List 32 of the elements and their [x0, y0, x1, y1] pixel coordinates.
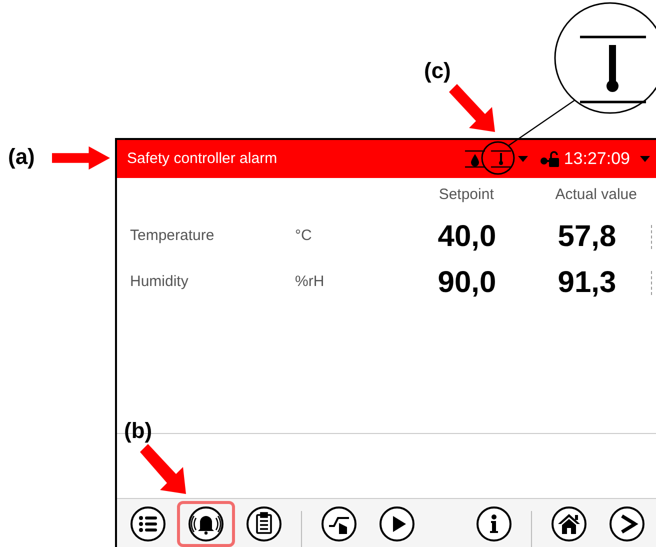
pointer-arrow-icon — [52, 146, 110, 170]
actual-value: 91,3 — [556, 265, 618, 301]
actual-value: 57,8 — [556, 219, 618, 255]
padlock-key-icon — [540, 151, 560, 167]
annotation-label: (b) — [124, 417, 152, 445]
clipboard-icon — [246, 506, 282, 542]
menu-list-icon — [130, 506, 166, 542]
setpoint-value: 40,0 — [436, 219, 498, 255]
alarm-button[interactable] — [177, 501, 235, 547]
caret-down-icon[interactable] — [640, 156, 650, 162]
caret-down-icon[interactable] — [518, 156, 528, 162]
annotation-label: (c) — [424, 57, 451, 85]
parameter-name: Humidity — [129, 272, 190, 292]
ramp-hand-icon — [321, 506, 357, 542]
info-icon — [476, 506, 512, 542]
thermometer-alarm-icon — [490, 149, 512, 169]
alarm-bell-icon — [188, 506, 224, 542]
column-header: Setpoint — [438, 185, 495, 205]
pointer-arrow-icon — [138, 444, 188, 496]
parameter-name: Temperature — [129, 226, 216, 246]
next-icon — [609, 506, 645, 542]
unit-label: %rH — [295, 272, 326, 292]
home-icon — [551, 506, 587, 542]
column-header: Actual value — [554, 185, 638, 205]
header-title: Safety controller alarm — [127, 148, 278, 169]
unit-label: °C — [295, 226, 313, 246]
annotation-label: (a) — [8, 143, 35, 171]
play-icon — [379, 506, 415, 542]
humidity-alarm-icon — [464, 149, 486, 169]
pointer-arrow-icon — [447, 84, 497, 134]
clock-time: 13:27:09 — [564, 148, 630, 170]
setpoint-value: 90,0 — [436, 265, 498, 301]
